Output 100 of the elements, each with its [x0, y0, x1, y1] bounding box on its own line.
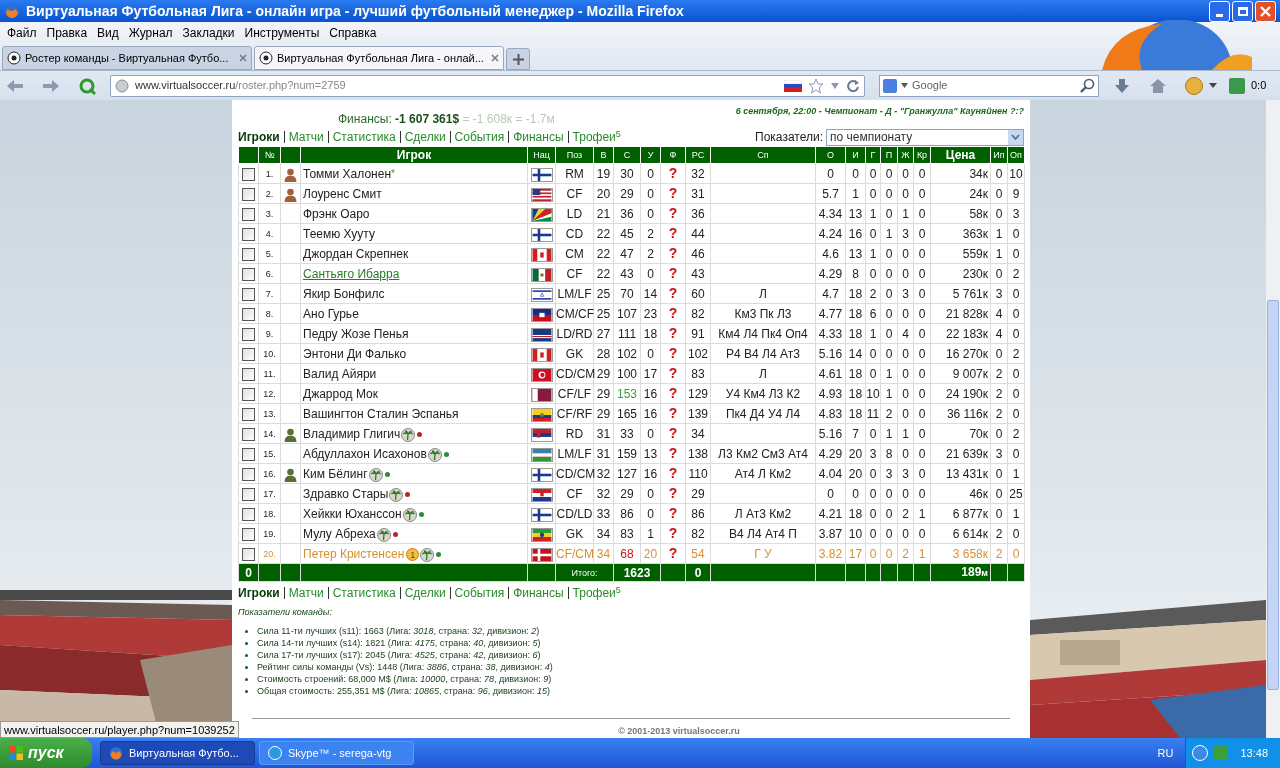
search-input[interactable]: Google — [912, 77, 1076, 94]
table-cell: Л — [759, 286, 767, 301]
download-icon[interactable] — [1113, 76, 1131, 95]
checkbox[interactable] — [242, 368, 255, 382]
nav-link[interactable]: Финансы — [513, 128, 564, 147]
menu-item[interactable]: Инструменты — [239, 24, 325, 42]
table-cell: LD — [566, 206, 583, 221]
nav-link[interactable]: Матчи — [288, 584, 324, 603]
checkbox[interactable] — [242, 248, 255, 262]
close-icon[interactable] — [491, 54, 499, 62]
language-indicator[interactable]: RU — [1157, 744, 1174, 762]
browser-tab[interactable]: Виртуальная Футбольная Лига - онлай... — [254, 46, 504, 70]
table-cell: 0 — [869, 526, 877, 541]
table-cell: 70к — [969, 426, 988, 441]
checkbox[interactable] — [242, 428, 255, 442]
checkbox[interactable] — [242, 548, 255, 562]
copyright-text: © 2001-2013 virtualsoccer.ru — [618, 724, 740, 738]
question-mark: ? — [668, 264, 678, 281]
menu-item[interactable]: Правка — [41, 24, 93, 42]
checkbox[interactable] — [242, 268, 255, 282]
table-cell: 43 — [691, 266, 705, 281]
nav-link[interactable]: Сделки — [404, 128, 446, 147]
star-icon[interactable] — [808, 77, 824, 94]
indicators-select[interactable]: по чемпионату — [826, 128, 1024, 146]
search-bar[interactable]: Google — [879, 74, 1099, 97]
player-name[interactable]: Томми Халонен — [303, 166, 392, 181]
table-cell: 33 — [596, 506, 611, 521]
checkbox[interactable] — [242, 288, 255, 302]
table-cell: 0 — [995, 506, 1003, 521]
menu-item[interactable]: Закладки — [177, 24, 240, 42]
menu-item[interactable]: Файл — [2, 24, 42, 42]
table-cell: 0 — [869, 166, 877, 181]
table-cell: 110 — [688, 466, 708, 481]
table-cell: 16 — [643, 466, 658, 481]
checkbox[interactable] — [242, 228, 255, 242]
table-cell: 0 — [885, 266, 893, 281]
dropdown-icon[interactable] — [1209, 83, 1217, 88]
status-url: www.virtualsoccer.ru/player.php?num=1039252 — [0, 721, 239, 738]
browser-tab[interactable]: Ростер команды - Виртуальная Футбо... — [2, 46, 252, 70]
addon-icon[interactable] — [1185, 76, 1203, 95]
nav-link[interactable]: Трофеи$^{5}$ — [572, 584, 621, 603]
nav-link[interactable]: Финансы — [513, 584, 564, 603]
row-number: 16. — [263, 468, 276, 479]
checkbox[interactable] — [242, 508, 255, 522]
player-name[interactable]: Ано Гурье — [303, 306, 359, 321]
search-icon[interactable] — [1080, 78, 1095, 93]
taskbar-button[interactable]: Skype™ - serega-vtg — [259, 741, 414, 765]
nav-link[interactable]: Игроки — [238, 584, 280, 603]
checkbox[interactable] — [242, 488, 255, 502]
table-cell: 43 — [620, 266, 634, 281]
nav-link[interactable]: Игроки — [238, 128, 280, 147]
row-number: 20. — [263, 548, 276, 559]
scrollbar[interactable] — [1266, 100, 1280, 738]
checkbox[interactable] — [242, 408, 255, 422]
nav-link[interactable]: Сделки — [404, 584, 446, 603]
browser-icon — [4, 3, 20, 19]
table-cell: CF — [566, 186, 583, 201]
taskbar-button[interactable]: Виртуальная Футбо... — [100, 741, 255, 765]
table-cell: 3 658к — [952, 546, 988, 561]
checkbox[interactable] — [242, 348, 255, 362]
menu-item[interactable]: Справка — [324, 24, 382, 42]
nav-link[interactable]: Матчи — [288, 128, 324, 147]
checkbox[interactable] — [242, 308, 255, 322]
scrollbar-thumb[interactable] — [1267, 300, 1279, 690]
address-bar[interactable]: www.virtualsoccer.ru/roster.php?num=2759 — [110, 74, 865, 97]
table-cell: 0 — [647, 426, 654, 441]
plus-icon — [512, 53, 524, 65]
nav-link[interactable]: Статистика — [332, 128, 396, 147]
column-header: П — [885, 150, 893, 161]
table-cell: 36 — [620, 206, 634, 221]
table-cell: 0 — [885, 346, 893, 361]
table-cell: 1 — [918, 506, 926, 521]
nav-link[interactable]: Статистика — [332, 584, 396, 603]
row-number: 7. — [265, 288, 274, 299]
dropdown-icon[interactable] — [901, 83, 908, 88]
new-tab-button[interactable] — [506, 48, 530, 70]
checkbox[interactable] — [242, 328, 255, 342]
nav-link[interactable]: События — [454, 584, 505, 603]
checkbox[interactable] — [242, 168, 255, 182]
menu-item[interactable]: Вид — [92, 24, 124, 42]
team-stat: Стоимость строений: 68,000 M$ (Лига: 10000, страна: 78, дивизион: 9) — [257, 673, 552, 687]
maximize-button[interactable] — [1232, 0, 1253, 22]
nav-link[interactable]: Трофеи$^{5}$ — [572, 128, 621, 147]
table-cell: 4.29 — [818, 446, 843, 461]
checkbox[interactable] — [242, 528, 255, 542]
checkbox[interactable] — [242, 388, 255, 402]
table-cell: 165 — [617, 406, 637, 421]
close-icon[interactable] — [239, 54, 247, 62]
table-cell: 29 — [620, 186, 634, 201]
checkbox[interactable] — [242, 188, 255, 202]
table-cell: 0 — [995, 206, 1003, 221]
menu-item[interactable]: Журнал — [123, 24, 178, 42]
checkbox[interactable] — [242, 468, 255, 482]
checkbox[interactable] — [242, 448, 255, 462]
checkbox[interactable] — [242, 208, 255, 222]
nav-link[interactable]: События — [454, 128, 505, 147]
minimize-button[interactable] — [1209, 0, 1230, 22]
table-cell: 29 — [596, 386, 611, 401]
close-button[interactable] — [1255, 0, 1276, 22]
question-mark: ? — [668, 464, 678, 481]
